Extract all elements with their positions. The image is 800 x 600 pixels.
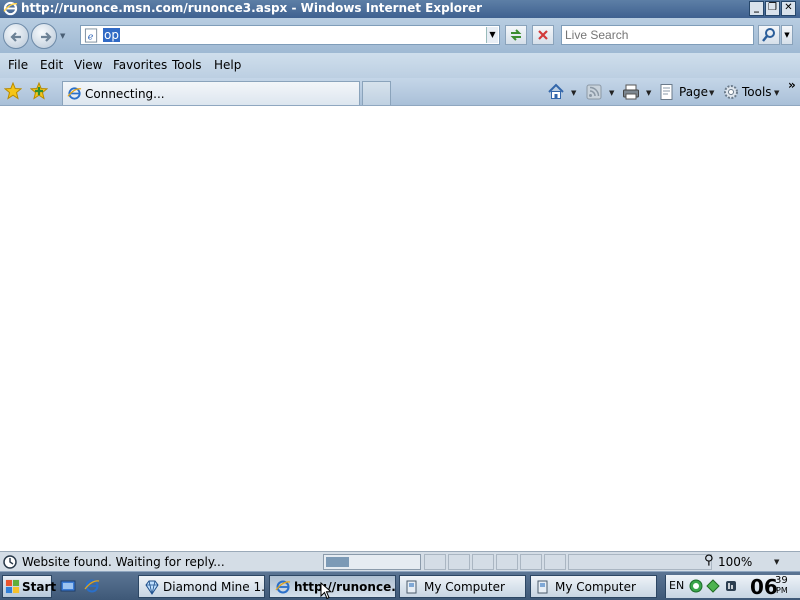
chevron-more-icon[interactable]: » <box>788 78 796 92</box>
print-icon[interactable] <box>622 83 640 101</box>
status-pane <box>496 554 518 570</box>
status-pane <box>568 554 712 570</box>
page-content <box>0 106 800 551</box>
volume-icon[interactable] <box>724 579 738 593</box>
status-pane <box>520 554 542 570</box>
menu-view[interactable]: View <box>74 58 102 72</box>
close-button[interactable]: ✕ <box>781 1 796 16</box>
favorites-center-icon[interactable] <box>4 82 22 100</box>
navigation-bar: ▼ e op ▼ ▼ <box>0 18 800 53</box>
page-menu-button[interactable]: Page <box>679 85 708 99</box>
forward-button[interactable] <box>31 23 57 49</box>
address-bar[interactable]: e op ▼ <box>80 25 500 45</box>
progress-bar <box>323 554 421 570</box>
network-icon[interactable] <box>689 579 703 593</box>
stop-button[interactable] <box>532 25 554 45</box>
svg-text:e: e <box>88 31 94 42</box>
zoom-magnifier-icon: ⚲ <box>704 553 714 568</box>
page-dropdown[interactable]: ▼ <box>709 89 714 97</box>
my-computer-icon <box>406 580 417 594</box>
start-label: Start <box>22 580 57 594</box>
security-icon[interactable] <box>706 579 720 593</box>
start-button[interactable]: Start <box>2 575 56 598</box>
status-bar: Website found. Waiting for reply... ⚲ 10… <box>0 551 800 571</box>
search-button[interactable] <box>758 25 780 45</box>
window-title: http://runonce.msn.com/runonce3.aspx - W… <box>21 1 483 15</box>
status-pane <box>472 554 494 570</box>
zoom-dropdown[interactable]: ▼ <box>774 558 779 566</box>
gear-icon <box>724 85 738 99</box>
taskbar: Start Diamond Mine 1.21 http://runonce..… <box>0 571 800 600</box>
task-label: Diamond Mine 1.21 <box>163 580 265 594</box>
ie-icon <box>275 580 291 594</box>
refresh-icon <box>510 29 522 41</box>
menu-edit[interactable]: Edit <box>40 58 63 72</box>
new-tab-button[interactable] <box>362 81 391 105</box>
language-indicator[interactable]: EN <box>669 579 684 592</box>
clock-hour: 06 <box>750 575 778 599</box>
task-label: http://runonce... <box>294 580 396 594</box>
diamond-icon <box>145 580 159 595</box>
task-my-computer[interactable]: My Computer <box>530 575 657 598</box>
ie-icon <box>3 1 18 16</box>
forward-arrow-icon <box>41 32 52 42</box>
my-computer-icon <box>537 580 548 594</box>
minimize-button[interactable]: _ <box>749 1 764 16</box>
restore-button[interactable]: ❐ <box>765 1 780 16</box>
search-input[interactable] <box>561 25 754 45</box>
zoom-level[interactable]: 100% <box>718 555 752 569</box>
tools-dropdown[interactable]: ▼ <box>774 89 779 97</box>
system-tray: EN 06 39 PM <box>665 575 800 599</box>
mouse-cursor-icon <box>320 582 332 600</box>
status-text: Website found. Waiting for reply... <box>22 555 225 569</box>
feeds-icon[interactable] <box>585 83 603 101</box>
task-my-computer[interactable]: My Computer <box>399 575 526 598</box>
search-options-dropdown[interactable]: ▼ <box>781 25 793 45</box>
menu-file[interactable]: File <box>8 58 28 72</box>
ie-quicklaunch-icon[interactable] <box>84 578 100 594</box>
home-dropdown[interactable]: ▼ <box>571 89 576 97</box>
loading-clock-icon <box>3 555 17 569</box>
search-icon <box>762 28 775 42</box>
back-arrow-icon <box>10 32 21 42</box>
command-bar: Connecting... ▼ ▼ ▼ Page ▼ Tools ▼ » <box>0 78 800 106</box>
recent-pages-dropdown[interactable]: ▼ <box>60 32 68 40</box>
menu-bar: File Edit View Favorites Tools Help <box>0 53 800 78</box>
show-desktop-icon[interactable] <box>60 578 76 594</box>
windows-logo-icon <box>5 579 20 594</box>
print-dropdown[interactable]: ▼ <box>646 89 651 97</box>
status-pane <box>448 554 470 570</box>
status-pane <box>544 554 566 570</box>
stop-icon <box>538 30 548 40</box>
ie-page-icon <box>67 87 82 100</box>
task-diamond-mine[interactable]: Diamond Mine 1.21 <box>138 575 265 598</box>
menu-tools[interactable]: Tools <box>172 58 202 72</box>
status-pane <box>424 554 446 570</box>
refresh-button[interactable] <box>505 25 527 45</box>
page-icon: e <box>84 28 98 43</box>
task-label: My Computer <box>555 580 636 594</box>
address-input[interactable]: op <box>103 28 120 42</box>
menu-favorites[interactable]: Favorites <box>113 58 167 72</box>
feeds-dropdown[interactable]: ▼ <box>609 89 614 97</box>
menu-help[interactable]: Help <box>214 58 241 72</box>
home-icon[interactable] <box>547 83 565 101</box>
progress-fill <box>326 557 349 567</box>
tab-active[interactable]: Connecting... <box>62 81 360 105</box>
back-button[interactable] <box>3 23 29 49</box>
clock-minutes: 39 <box>775 575 788 586</box>
page-menu-icon <box>660 84 673 100</box>
add-favorites-icon[interactable] <box>30 82 48 100</box>
task-internet-explorer[interactable]: http://runonce... <box>269 575 396 598</box>
tab-label: Connecting... <box>85 87 165 101</box>
task-label: My Computer <box>424 580 505 594</box>
address-dropdown[interactable]: ▼ <box>486 27 498 43</box>
clock-ampm: PM <box>776 586 788 595</box>
title-bar: http://runonce.msn.com/runonce3.aspx - W… <box>0 0 800 18</box>
tools-menu-button[interactable]: Tools <box>742 85 772 99</box>
